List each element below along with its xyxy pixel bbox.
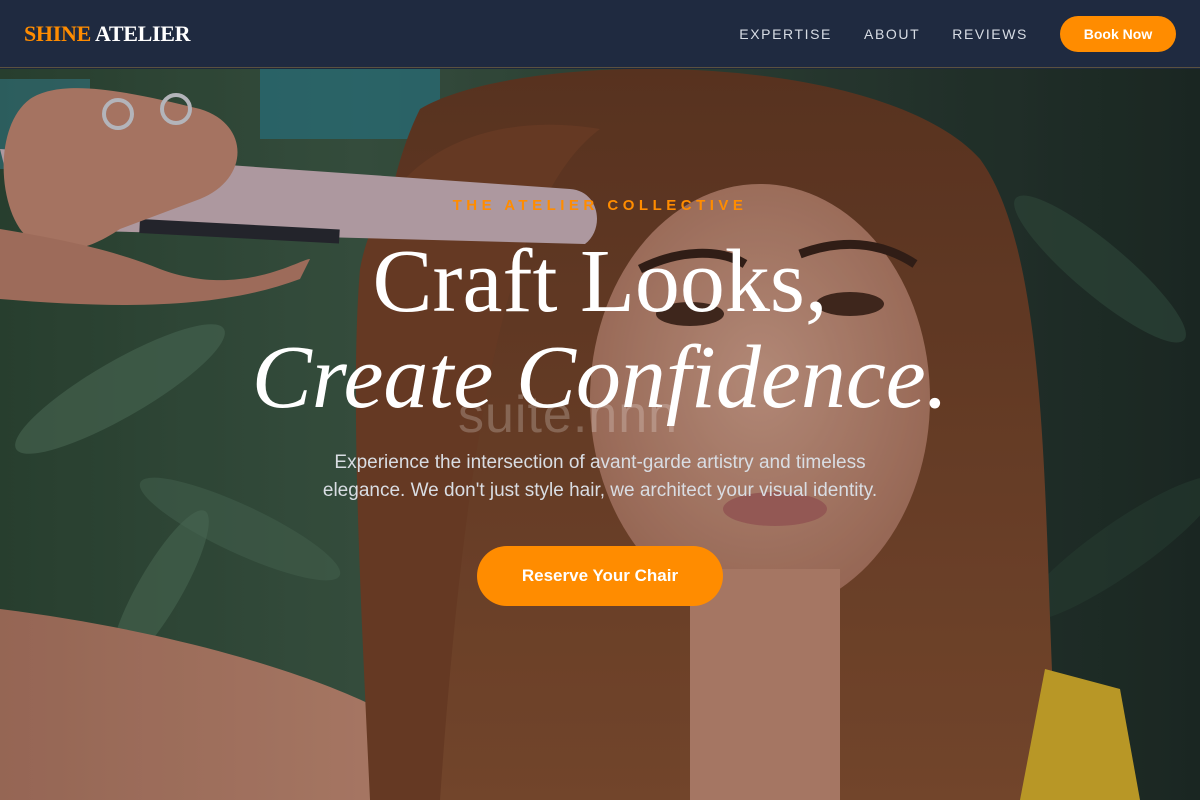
logo-atelier: ATELIER — [90, 20, 191, 46]
hero-eyebrow: THE ATELIER COLLECTIVE — [452, 197, 748, 214]
hero-section: suite.nnn THE ATELIER COLLECTIVE Craft L… — [0, 69, 1200, 800]
top-navbar: SHINE ATELIER EXPERTISE ABOUT REVIEWS Bo… — [0, 0, 1200, 68]
nav-link-expertise[interactable]: EXPERTISE — [739, 26, 832, 42]
hero-subtext: Experience the intersection of avant-gar… — [270, 449, 930, 505]
nav-link-about[interactable]: ABOUT — [864, 26, 920, 42]
brand-logo[interactable]: SHINE ATELIER — [24, 20, 191, 47]
book-now-button[interactable]: Book Now — [1060, 15, 1176, 52]
nav-menu: EXPERTISE ABOUT REVIEWS Book Now — [739, 15, 1176, 52]
hero-headline-line2: Create Confidence. — [251, 328, 949, 427]
logo-shine: SHINE — [24, 20, 91, 46]
nav-link-reviews[interactable]: REVIEWS — [952, 26, 1028, 42]
reserve-chair-button[interactable]: Reserve Your Chair — [477, 546, 723, 606]
hero-subtext-line2: elegance. We don't just style hair, we a… — [322, 480, 878, 501]
hero-headline-line1: Craft Looks, — [372, 232, 828, 331]
hero-subtext-line1: Experience the intersection of avant-gar… — [334, 452, 866, 473]
